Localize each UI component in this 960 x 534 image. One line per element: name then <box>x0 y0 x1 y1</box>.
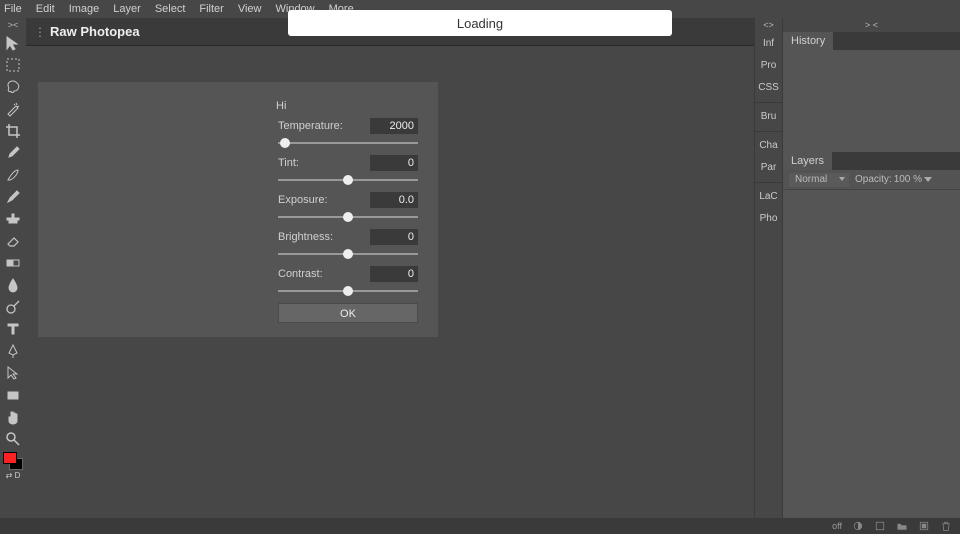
ok-button[interactable]: OK <box>278 303 418 323</box>
history-tabbar: History <box>783 32 960 50</box>
raw-dialog-greeting: Hi <box>276 100 416 112</box>
contrast-value[interactable]: 0 <box>370 266 418 282</box>
mask-icon[interactable] <box>852 520 864 532</box>
exposure-label: Exposure: <box>278 194 328 206</box>
dodge-tool-icon[interactable] <box>3 297 23 317</box>
opacity-value[interactable]: 100 % <box>894 174 922 185</box>
history-tab[interactable]: History <box>783 32 833 50</box>
status-off-label: off <box>832 521 842 531</box>
loading-label: Loading <box>457 16 503 31</box>
menu-layer[interactable]: Layer <box>113 3 141 15</box>
chevron-down-icon <box>839 177 845 181</box>
tab-info[interactable]: Inf <box>756 35 782 53</box>
marquee-tool-icon[interactable] <box>3 55 23 75</box>
tab-brush[interactable]: Bru <box>756 108 782 126</box>
status-bar: off <box>0 518 960 534</box>
tint-slider[interactable] <box>278 174 418 186</box>
layer-options-row: Normal Opacity: 100 % <box>783 170 960 190</box>
menu-filter[interactable]: Filter <box>199 3 223 15</box>
blend-mode-value: Normal <box>795 174 827 185</box>
tab-layer-comps[interactable]: LaC <box>756 188 782 206</box>
shape-tool-icon[interactable] <box>3 385 23 405</box>
tools-panel: >< ⇄ D <box>0 18 26 518</box>
foreground-color-swatch[interactable] <box>3 452 17 464</box>
opacity-dropdown-icon[interactable] <box>924 177 932 182</box>
right-strip-toggle[interactable]: <> <box>763 18 774 32</box>
eyedropper-tool-icon[interactable] <box>3 143 23 163</box>
temperature-label: Temperature: <box>278 120 343 132</box>
layers-panel-body <box>783 190 960 518</box>
layers-tab[interactable]: Layers <box>783 152 832 170</box>
magic-wand-tool-icon[interactable] <box>3 99 23 119</box>
healing-brush-tool-icon[interactable] <box>3 165 23 185</box>
tab-character[interactable]: Cha <box>756 137 782 155</box>
swatch-reset-row[interactable]: ⇄ D <box>6 471 21 480</box>
fx-icon[interactable] <box>874 520 886 532</box>
blend-mode-select[interactable]: Normal <box>789 173 849 187</box>
raw-dialog: Hi Temperature: 2000 Tint: 0 Exposure: <box>38 82 438 337</box>
tools-collapse-toggle[interactable]: >< <box>8 18 19 32</box>
right-tab-strip: <> Inf Pro CSS Bru Cha Par LaC Pho <box>754 18 782 518</box>
tint-value[interactable]: 0 <box>370 155 418 171</box>
folder-icon[interactable] <box>896 520 908 532</box>
pen-tool-icon[interactable] <box>3 341 23 361</box>
hand-tool-icon[interactable] <box>3 407 23 427</box>
zoom-tool-icon[interactable] <box>3 429 23 449</box>
lasso-tool-icon[interactable] <box>3 77 23 97</box>
brush-tool-icon[interactable] <box>3 187 23 207</box>
menu-image[interactable]: Image <box>69 3 100 15</box>
history-panel-body <box>783 50 960 152</box>
loading-toast: Loading <box>288 10 672 36</box>
menu-edit[interactable]: Edit <box>36 3 55 15</box>
canvas-area: Hi Temperature: 2000 Tint: 0 Exposure: <box>26 46 754 518</box>
new-layer-icon[interactable] <box>918 520 930 532</box>
crop-tool-icon[interactable] <box>3 121 23 141</box>
document-title: Raw Photopea <box>50 24 140 39</box>
contrast-slider[interactable] <box>278 285 418 297</box>
menu-file[interactable]: File <box>4 3 22 15</box>
brightness-slider[interactable] <box>278 248 418 260</box>
path-select-tool-icon[interactable] <box>3 363 23 383</box>
temperature-slider[interactable] <box>278 137 418 149</box>
exposure-value[interactable]: 0.0 <box>370 192 418 208</box>
trash-icon[interactable] <box>940 520 952 532</box>
tab-properties[interactable]: Pro <box>756 57 782 75</box>
blur-tool-icon[interactable] <box>3 275 23 295</box>
tint-label: Tint: <box>278 157 299 169</box>
temperature-value[interactable]: 2000 <box>370 118 418 134</box>
type-tool-icon[interactable] <box>3 319 23 339</box>
panels-column: > < History Layers Normal Opacity: 100 % <box>782 18 960 518</box>
opacity-label: Opacity: <box>855 174 892 185</box>
tab-photo[interactable]: Pho <box>756 210 782 228</box>
clone-stamp-tool-icon[interactable] <box>3 209 23 229</box>
exposure-slider[interactable] <box>278 211 418 223</box>
color-swatches[interactable] <box>3 452 23 470</box>
contrast-label: Contrast: <box>278 268 323 280</box>
eraser-tool-icon[interactable] <box>3 231 23 251</box>
menu-view[interactable]: View <box>238 3 262 15</box>
tab-css[interactable]: CSS <box>756 79 782 97</box>
doc-drag-handle-icon: ⋮ <box>34 25 42 39</box>
brightness-label: Brightness: <box>278 231 333 243</box>
panels-collapse-toggle[interactable]: > < <box>783 18 960 32</box>
tab-paragraph[interactable]: Par <box>756 159 782 177</box>
move-tool-icon[interactable] <box>3 33 23 53</box>
layers-tabbar: Layers <box>783 152 960 170</box>
brightness-value[interactable]: 0 <box>370 229 418 245</box>
gradient-tool-icon[interactable] <box>3 253 23 273</box>
menu-select[interactable]: Select <box>155 3 186 15</box>
